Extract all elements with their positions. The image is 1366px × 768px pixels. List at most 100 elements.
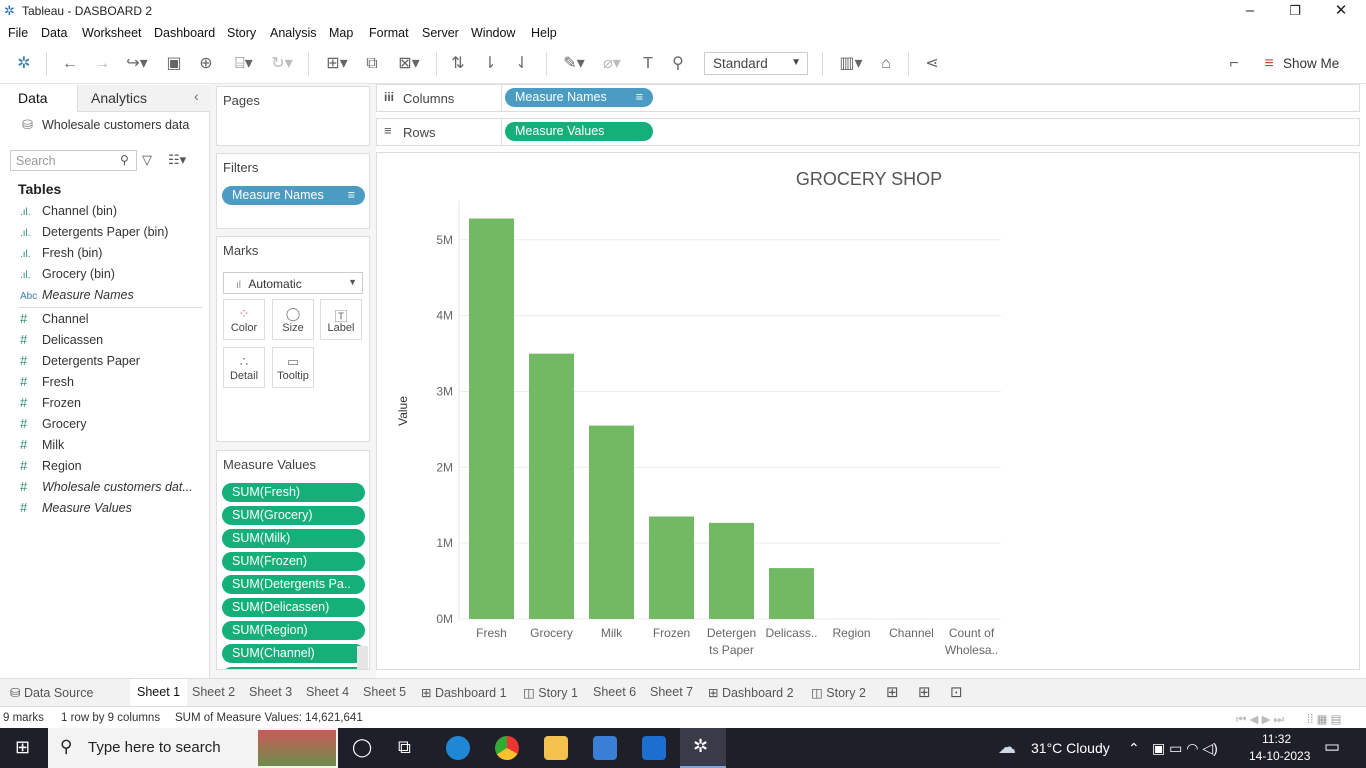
tab-sheet-5[interactable]: Sheet 5 bbox=[363, 685, 406, 699]
field-count-records[interactable]: # Wholesale customers dat... bbox=[20, 479, 193, 497]
tab-dashboard-1[interactable]: ⊞ Dashboard 1 bbox=[421, 685, 507, 700]
file-explorer-icon[interactable] bbox=[544, 736, 568, 760]
columns-shelf[interactable]: iii Columns Measure Names ≡ bbox=[376, 84, 1360, 112]
fit-select[interactable]: Standard ▼ bbox=[704, 52, 808, 75]
tooltip-button[interactable]: ▭ Tooltip bbox=[272, 347, 314, 388]
field-milk[interactable]: # Milk bbox=[20, 437, 64, 455]
measure-pill-region[interactable]: SUM(Region) bbox=[222, 621, 365, 640]
bar-detergents-paper[interactable] bbox=[709, 522, 754, 619]
save-icon[interactable]: ▣ bbox=[164, 54, 184, 74]
clock-time[interactable]: 11:32 bbox=[1262, 732, 1291, 746]
field-fresh[interactable]: # Fresh bbox=[20, 374, 74, 392]
size-button[interactable]: ◯ Size bbox=[272, 299, 314, 340]
highlight-icon[interactable]: ✎▾ bbox=[558, 54, 590, 74]
label-button[interactable]: 🅃 Label bbox=[320, 299, 362, 340]
clear-sheet-icon[interactable]: ⊠▾ bbox=[392, 54, 426, 74]
swap-icon[interactable]: ⇅ bbox=[448, 54, 468, 74]
detail-button[interactable]: ∴ Detail bbox=[223, 347, 265, 388]
edge-icon[interactable] bbox=[446, 736, 470, 760]
menu-server[interactable]: Server bbox=[422, 26, 459, 40]
color-button[interactable]: ⁘ Color bbox=[223, 299, 265, 340]
weather-text[interactable]: 31°C Cloudy bbox=[1031, 740, 1110, 756]
menu-dashboard[interactable]: Dashboard bbox=[154, 26, 215, 40]
collapse-icon[interactable]: ‹ bbox=[194, 88, 199, 104]
replay-icon[interactable]: ↪▾ bbox=[122, 54, 152, 74]
task-view-icon[interactable]: ⧉ bbox=[398, 737, 411, 758]
menu-worksheet[interactable]: Worksheet bbox=[82, 26, 142, 40]
notifications-icon[interactable]: ▭ bbox=[1324, 737, 1340, 757]
pause-updates-icon[interactable]: ⌸▾ bbox=[228, 54, 260, 74]
taskbar-search[interactable]: ⚲ Type here to search bbox=[48, 728, 338, 768]
maximize-icon[interactable]: ❐ bbox=[1272, 0, 1318, 22]
field-grocery-bin[interactable]: .ıl. Grocery (bin) bbox=[20, 267, 115, 285]
filters-card[interactable]: Filters Measure Names ≡ bbox=[216, 153, 370, 229]
field-detergents-paper[interactable]: # Detergents Paper bbox=[20, 353, 140, 371]
bar-milk[interactable] bbox=[589, 425, 634, 619]
field-grocery[interactable]: # Grocery bbox=[20, 416, 86, 434]
view-toggle-icon[interactable]: ⁞⁞ ▦ ▤ bbox=[1307, 712, 1342, 726]
show-cards-icon[interactable]: ▥▾ bbox=[834, 54, 868, 74]
search-box[interactable]: Search ⚲ bbox=[10, 150, 137, 171]
windows-start-icon[interactable]: ⊞ bbox=[15, 737, 30, 758]
menu-data[interactable]: Data bbox=[41, 26, 67, 40]
rows-pill-measure-values[interactable]: Measure Values bbox=[505, 122, 653, 141]
duplicate-icon[interactable]: ⧉ bbox=[362, 54, 382, 74]
tab-data[interactable]: Data bbox=[0, 85, 77, 112]
menu-analysis[interactable]: Analysis bbox=[270, 26, 317, 40]
show-me-icon[interactable]: ≡ bbox=[1260, 54, 1278, 74]
share-icon[interactable]: ⋖ bbox=[922, 54, 942, 74]
tab-sheet-2[interactable]: Sheet 2 bbox=[192, 685, 235, 699]
clock-date[interactable]: 14-10-2023 bbox=[1249, 749, 1310, 763]
pin-icon[interactable]: ⚲ bbox=[668, 54, 688, 74]
tab-data-source[interactable]: ⛁ Data Source bbox=[10, 685, 93, 700]
field-delicassen[interactable]: # Delicassen bbox=[20, 332, 103, 350]
tab-story-1[interactable]: ◫ Story 1 bbox=[523, 685, 578, 700]
datasource-name[interactable]: Wholesale customers data bbox=[42, 118, 189, 132]
chrome-icon[interactable] bbox=[495, 736, 519, 760]
new-worksheet-icon[interactable]: ⊞ bbox=[886, 683, 899, 701]
menu-format[interactable]: Format bbox=[369, 26, 409, 40]
mark-type-select[interactable]: ıl Automatic ▼ bbox=[223, 272, 363, 294]
tab-sheet-7[interactable]: Sheet 7 bbox=[650, 685, 693, 699]
scrollbar[interactable] bbox=[357, 646, 368, 669]
show-me-button[interactable]: Show Me bbox=[1283, 56, 1339, 71]
filter-pill-measure-names[interactable]: Measure Names ≡ bbox=[222, 186, 365, 205]
new-dashboard-icon[interactable]: ⊞ bbox=[918, 683, 931, 701]
field-frozen[interactable]: # Frozen bbox=[20, 395, 81, 413]
field-region[interactable]: # Region bbox=[20, 458, 82, 476]
menu-window[interactable]: Window bbox=[471, 26, 515, 40]
menu-map[interactable]: Map bbox=[329, 26, 353, 40]
field-measure-names[interactable]: Abc Measure Names bbox=[20, 288, 134, 306]
format-painter-icon[interactable]: ⌐ bbox=[1224, 54, 1244, 74]
filter-icon[interactable]: ▽ bbox=[142, 152, 152, 168]
cortana-icon[interactable]: ◯ bbox=[352, 737, 372, 758]
sort-ascending-icon[interactable]: ⇂ bbox=[480, 54, 500, 74]
pages-card[interactable]: Pages bbox=[216, 86, 370, 146]
measure-pill-grocery[interactable]: SUM(Grocery) bbox=[222, 506, 365, 525]
presentation-icon[interactable]: ⌂ bbox=[876, 54, 896, 74]
tray-icons[interactable]: ▣ ▭ ◠ ◁) bbox=[1152, 740, 1218, 757]
measure-pill-frozen[interactable]: SUM(Frozen) bbox=[222, 552, 365, 571]
store-icon[interactable] bbox=[593, 736, 617, 760]
tab-analytics[interactable]: Analytics ‹ bbox=[77, 85, 210, 112]
bar-frozen[interactable] bbox=[649, 516, 694, 619]
tab-dashboard-2[interactable]: ⊞ Dashboard 2 bbox=[708, 685, 794, 700]
view-list-icon[interactable]: ☷▾ bbox=[168, 152, 186, 168]
bar-grocery[interactable] bbox=[529, 353, 574, 619]
tab-sheet-6[interactable]: Sheet 6 bbox=[593, 685, 636, 699]
tray-chevron-icon[interactable]: ⌃ bbox=[1128, 740, 1140, 757]
measure-pill-channel[interactable]: SUM(Channel) bbox=[222, 644, 365, 663]
bar-delicassen[interactable] bbox=[769, 568, 814, 619]
tab-sheet-1[interactable]: Sheet 1 bbox=[130, 679, 188, 707]
menu-file[interactable]: File bbox=[8, 26, 28, 40]
bar-fresh[interactable] bbox=[469, 218, 514, 619]
sort-descending-icon[interactable]: ⇃ bbox=[512, 54, 532, 74]
mail-icon[interactable] bbox=[642, 736, 666, 760]
minimize-icon[interactable]: – bbox=[1227, 0, 1273, 22]
measure-pill-fresh[interactable]: SUM(Fresh) bbox=[222, 483, 365, 502]
measure-pill-detergents-paper[interactable]: SUM(Detergents Pa.. bbox=[222, 575, 365, 594]
redo-icon[interactable]: → bbox=[92, 54, 112, 74]
tab-sheet-4[interactable]: Sheet 4 bbox=[306, 685, 349, 699]
menu-help[interactable]: Help bbox=[531, 26, 557, 40]
measure-pill-milk[interactable]: SUM(Milk) bbox=[222, 529, 365, 548]
